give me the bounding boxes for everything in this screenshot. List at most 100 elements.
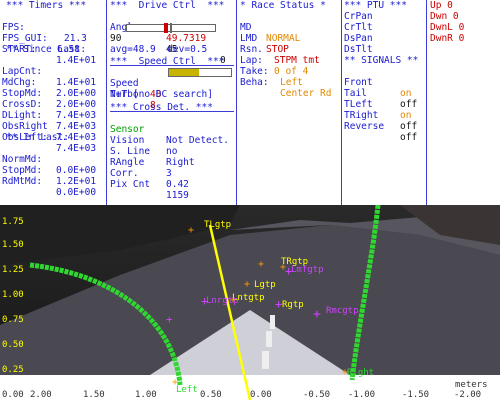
cross-marker-6: + <box>230 295 236 306</box>
timers-panel: *** Timers *** FPS: 21.3 FPS_GUI: 6.58 S… <box>2 0 105 205</box>
drive-panel: *** Drive Ctrl *** Angle 49.7319 90 0 45… <box>110 0 234 205</box>
cross-marker-10: + <box>166 313 173 326</box>
camera-overlay: TLgtp TRgtp Lmfgtp Lgtp Lntgtp Rgtp Lnrg… <box>0 205 500 400</box>
separator-3 <box>341 0 342 205</box>
separator-1 <box>106 0 107 205</box>
speed-title: *** Speed Ctrl *** <box>110 56 225 67</box>
ptu-item-dspan: DsPan <box>344 33 373 44</box>
lmd-row: LMD STOP <box>240 22 340 55</box>
race-panel: * Race Status * MD NORMAL LMD STOP Rsn. … <box>240 0 340 205</box>
keys-panel: Up 0 Dwn 0 DwnL 0 DwnR 0 <box>430 0 498 205</box>
signals-title: ** SIGNALS ** <box>344 55 419 66</box>
y-tick-1: 1.50 <box>2 240 24 250</box>
fpsgui-row: FPS_GUI: 6.58 <box>2 22 105 55</box>
separator-2 <box>236 0 237 205</box>
marker-tlgtp: TLgtp <box>204 220 231 230</box>
cross-marker-11: + <box>172 377 178 388</box>
marker-right: Right <box>347 368 374 378</box>
x-tick-8: -2.00 <box>454 390 481 400</box>
y-tick-5: 0.50 <box>2 340 24 350</box>
separator-4 <box>426 0 427 205</box>
lapcnt-row: LapCnt: 1.4E+01 <box>2 55 105 88</box>
x-tick-1: 1.50 <box>83 390 105 400</box>
cross-marker-12: + <box>342 367 348 378</box>
vision-row: Vision no <box>110 124 234 157</box>
y-tick-0: 1.75 <box>2 217 24 227</box>
mdchg-row: MdChg: 2.0E+00 <box>2 66 105 99</box>
pixcnt-row: Pix Cnt 1159 <box>110 168 234 201</box>
marker-left: Left <box>176 385 198 395</box>
marker-lmfgtp: Lmfgtp <box>291 265 324 275</box>
angle-slider[interactable] <box>126 23 216 33</box>
ptu-item-crpan: CrPan <box>344 11 373 22</box>
signal-tail: Tail off <box>344 77 424 110</box>
crossd-row: CrossD: 7.4E+03 <box>2 88 105 121</box>
signal-tright: TRight off <box>344 99 424 132</box>
speed-bar-fill <box>169 69 199 76</box>
marker-rgtp: Rgtp <box>282 300 304 310</box>
x-tick-7: -1.50 <box>402 390 429 400</box>
cross-marker-8: + <box>275 297 282 311</box>
cross-marker-7: + <box>201 294 208 308</box>
ptu-title: *** PTU *** <box>344 0 407 11</box>
beha-row: Beha: Center Rd <box>240 66 340 99</box>
beha-value: Center Rd <box>280 88 332 99</box>
in-last-title: ** In Last: <box>6 132 69 143</box>
fps-row: FPS: 21.3 <box>2 11 105 44</box>
stopmd-row: StopMd: 2.0E+00 <box>2 77 105 110</box>
race-title: * Race Status * <box>240 0 326 11</box>
cross-marker-5: + <box>244 279 250 290</box>
timers-title: *** Timers *** <box>6 0 87 11</box>
dash-3 <box>262 351 269 369</box>
marker-lgtp: Lgtp <box>254 280 276 290</box>
signal-reverse-name: Reverse <box>344 121 385 132</box>
cross-marker-4: + <box>285 264 292 278</box>
ptu-item-crtlt: CrTlt <box>344 22 373 33</box>
beha-label: Beha: <box>240 77 269 88</box>
turbo-row: Turbo 8 <box>110 78 234 111</box>
sensor-row: Sensor Not Detect. <box>110 113 234 146</box>
x-tick-5: -0.50 <box>303 390 330 400</box>
rdmtmd-row: RdMtMd: 0.0E+00 <box>2 165 105 198</box>
camera-view: TLgtp TRgtp Lmfgtp Lgtp Lntgtp Rgtp Lnrg… <box>0 205 500 400</box>
key-dwnr: DwnR 0 <box>430 33 465 44</box>
speed-bar <box>168 68 232 77</box>
key-up: Up 0 <box>430 0 453 11</box>
pixcnt-label: Pix Cnt <box>110 179 151 190</box>
speed-row: Speed 48 <box>110 67 234 100</box>
signal-front: Front on <box>344 66 424 99</box>
key-dwn: Dwn 0 <box>430 11 459 22</box>
y-tick-3: 1.00 <box>2 290 24 300</box>
key-dwnl: DwnL 0 <box>430 22 465 33</box>
ptu-panel: *** PTU *** CrPan CrTlt DsPan DsTlt ** S… <box>344 0 424 205</box>
cross-marker-3: + <box>258 259 264 270</box>
x-tick-4: 0.00 <box>250 390 272 400</box>
obsright-row: ObsRight 7.4E+03 <box>2 110 105 143</box>
angle-center-row: 45 <box>110 33 234 55</box>
rdmtmd-value: 0.0E+00 <box>56 187 97 198</box>
x-tick-3: 0.50 <box>200 390 222 400</box>
y-tick-7: 0.00 <box>2 390 24 400</box>
obsleft-row: ObsLeft: 7.4E+03 <box>2 121 105 154</box>
x-tick-2: 1.00 <box>135 390 157 400</box>
angle-slider-thumb[interactable] <box>163 23 168 33</box>
rdmtmd-label: RdMtMd: <box>2 176 43 187</box>
take-value: Left <box>280 77 303 88</box>
stopmd2-value: 1.2E+01 <box>56 176 97 187</box>
stopmd2-row: StopMd: 1.2E+01 <box>2 154 105 187</box>
cross-marker-1: + <box>188 225 194 236</box>
dash-2 <box>266 331 272 347</box>
corr-value: 0.42 <box>166 179 189 190</box>
rsn-row: Rsn. STPM tmt <box>240 33 340 66</box>
y-tick-6: 0.25 <box>2 365 24 375</box>
avg-row: avg=48.9 dev=0.5 <box>110 44 208 55</box>
angle-row: Angle 49.7319 <box>110 11 234 44</box>
x-tick-6: -1.00 <box>348 390 375 400</box>
start-row: START: 1.4E+01 <box>2 33 105 66</box>
angle-slider-center-tick <box>170 23 172 33</box>
lap-row: Lap: 0 of 4 <box>240 44 340 77</box>
signal-tleft: TLeft on <box>344 88 424 121</box>
dlight-row: DLight: 7.4E+03 <box>2 99 105 132</box>
nt-search-button[interactable]: N+T [no DC search] <box>110 89 234 100</box>
cross-marker-9: + <box>313 307 321 322</box>
